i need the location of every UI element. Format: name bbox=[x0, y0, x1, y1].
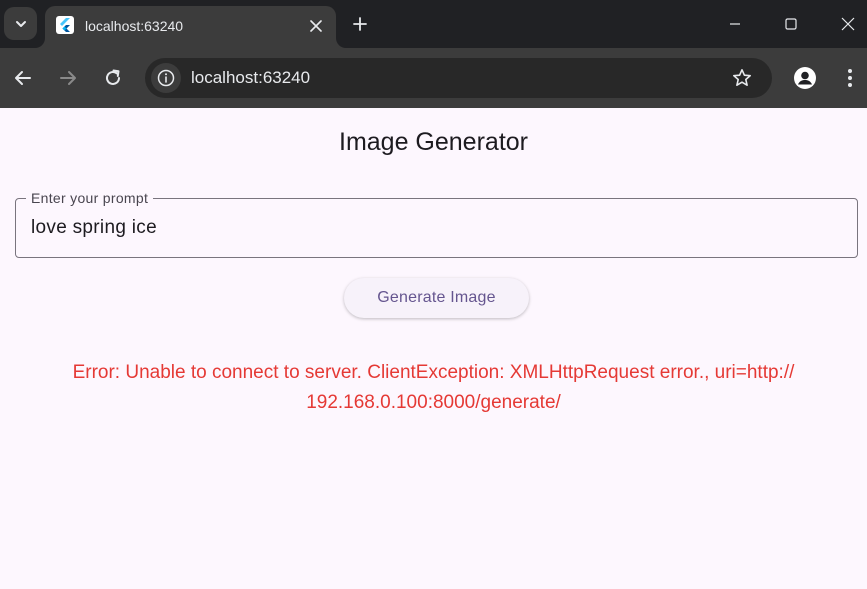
address-bar[interactable]: localhost:63240 bbox=[145, 58, 772, 98]
url-text: localhost:63240 bbox=[191, 68, 311, 87]
error-message-line-2: 192.168.0.100:8000/generate/ bbox=[306, 392, 561, 413]
minimize-icon bbox=[730, 23, 740, 25]
browser-toolbar: localhost:63240 bbox=[0, 48, 867, 108]
minimize-button[interactable] bbox=[713, 6, 757, 42]
window-close-button[interactable] bbox=[826, 6, 867, 42]
close-icon bbox=[310, 20, 322, 32]
reload-icon bbox=[106, 69, 120, 85]
kebab-menu-icon bbox=[848, 69, 852, 87]
new-tab-button[interactable] bbox=[346, 10, 374, 38]
tab-title: localhost:63240 bbox=[85, 18, 184, 34]
maximize-icon bbox=[785, 18, 797, 30]
tab-close-button[interactable] bbox=[305, 15, 327, 37]
back-button[interactable] bbox=[7, 62, 39, 94]
forward-icon bbox=[60, 71, 76, 85]
menu-button[interactable] bbox=[834, 62, 866, 94]
back-icon bbox=[15, 71, 31, 85]
forward-button[interactable] bbox=[52, 62, 84, 94]
app-page: Image Generator Enter your prompt love s… bbox=[0, 108, 867, 589]
chevron-down-icon bbox=[15, 20, 26, 27]
prompt-input[interactable]: Enter your prompt love spring ice bbox=[15, 190, 858, 258]
prompt-input-label: Enter your prompt bbox=[26, 190, 154, 206]
error-message-line-1: Error: Unable to connect to server. Clie… bbox=[72, 362, 795, 383]
maximize-button[interactable] bbox=[769, 6, 813, 42]
page-title: Image Generator bbox=[339, 128, 528, 156]
profile-button[interactable] bbox=[789, 62, 821, 94]
site-info-button[interactable] bbox=[151, 63, 181, 93]
tab-strip: localhost:63240 bbox=[0, 0, 867, 48]
reload-button[interactable] bbox=[97, 62, 129, 94]
profile-icon bbox=[794, 67, 816, 89]
browser-tab[interactable]: localhost:63240 bbox=[45, 6, 336, 48]
bookmark-button[interactable] bbox=[728, 64, 756, 92]
flutter-favicon-icon bbox=[56, 16, 74, 34]
error-message: Error: Unable to connect to server. Clie… bbox=[30, 358, 837, 418]
site-info-icon bbox=[157, 69, 175, 87]
star-icon bbox=[733, 69, 751, 86]
window-close-icon bbox=[841, 17, 855, 31]
plus-icon bbox=[353, 17, 367, 31]
tab-search-button[interactable] bbox=[4, 7, 37, 40]
generate-image-button[interactable]: Generate Image bbox=[344, 278, 529, 318]
prompt-input-value[interactable]: love spring ice bbox=[31, 217, 157, 239]
